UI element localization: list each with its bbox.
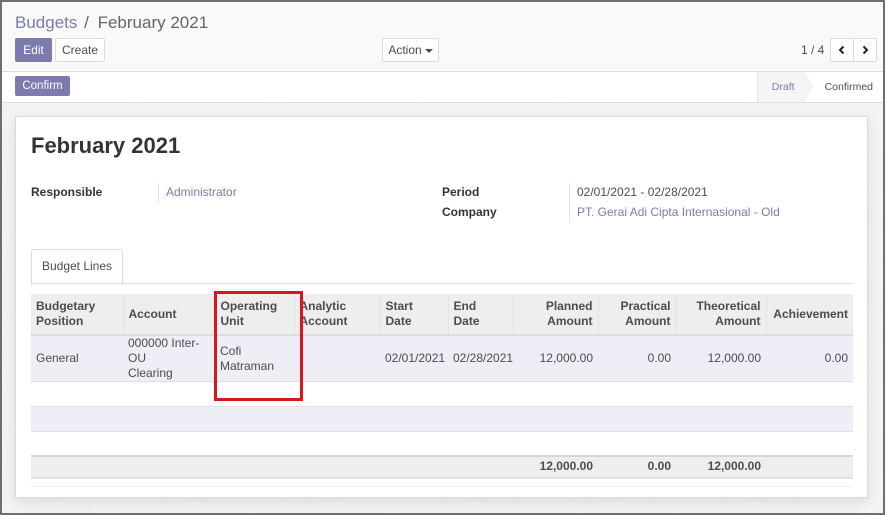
total-achievement <box>766 454 853 479</box>
stage-draft: Draft <box>756 72 813 102</box>
pager-value[interactable]: 1 / 4 <box>801 43 824 57</box>
header-line: Account <box>299 314 348 328</box>
breadcrumb-separator: / <box>84 13 89 32</box>
header-line: Theoretical <box>696 299 761 313</box>
cell-account: 000000 Inter-OU Clearing <box>123 335 215 382</box>
totals-row: 12,000.00 0.00 12,000.00 <box>31 454 853 479</box>
column-header-end-date[interactable]: End Date <box>447 294 513 336</box>
table-header-row: Budgetary Position Account Operating Unit … <box>31 294 853 336</box>
empty-cell <box>31 431 853 456</box>
empty-row <box>31 431 853 456</box>
period-value: 02/01/2021 - 02/28/2021 <box>577 185 708 199</box>
header-line: Budgetary <box>36 299 96 313</box>
cell-line: 000000 Inter-OU <box>128 336 200 365</box>
header-line: Analytic <box>299 299 347 313</box>
column-header-operating-unit[interactable]: Operating Unit <box>214 294 294 336</box>
cell-achievement: 0.00 <box>766 335 853 382</box>
column-header-start-date[interactable]: Start Date <box>379 294 448 336</box>
cell-start-date: 02/01/2021 <box>380 335 448 382</box>
pager-previous-button[interactable] <box>830 38 854 62</box>
column-header-analytic-account[interactable]: Analytic Account <box>293 294 380 336</box>
empty-row <box>31 406 853 432</box>
tab-budget-lines[interactable]: Budget Lines <box>31 249 123 285</box>
header-line: Achievement <box>773 306 848 321</box>
breadcrumb: Budgets / February 2021 <box>15 13 208 33</box>
status-stages: Draft Confirmed <box>756 72 883 102</box>
cell-line: Clearing <box>128 366 173 380</box>
column-header-theoretical-amount[interactable]: Theoretical Amount <box>675 294 766 336</box>
chevron-right-icon <box>862 45 869 55</box>
header-line: Amount <box>625 314 671 328</box>
header-line: Practical <box>620 299 671 313</box>
column-header-account[interactable]: Account <box>122 294 215 336</box>
cell-practical-amount: 0.00 <box>598 335 676 382</box>
empty-row <box>31 381 853 407</box>
header-line: Account <box>128 306 177 321</box>
breadcrumb-current: February 2021 <box>97 13 209 32</box>
tab-divider <box>31 283 853 284</box>
cell-operating-unit: Cofi Matraman <box>215 335 294 382</box>
confirm-button[interactable]: Confirm <box>15 76 70 96</box>
edit-button[interactable]: Edit <box>15 38 52 62</box>
field-separator <box>158 183 159 203</box>
empty-cell <box>31 381 853 407</box>
create-button[interactable]: Create <box>55 38 105 62</box>
control-panel: Budgets / February 2021 Edit Create Acti… <box>2 2 883 72</box>
cell-line: Matraman <box>220 358 275 373</box>
responsible-label: Responsible <box>31 185 103 199</box>
table-row[interactable]: General 000000 Inter-OU Clearing Cofi Matr… <box>31 335 853 382</box>
column-header-achievement[interactable]: Achievement <box>765 294 853 336</box>
cell-budgetary-position: General <box>31 335 123 382</box>
header-line: Start <box>385 299 413 313</box>
table-bottom-divider <box>31 486 853 487</box>
company-label: Company <box>442 205 497 219</box>
cell-planned-amount: 12,000.00 <box>513 335 598 382</box>
period-label: Period <box>442 185 480 199</box>
cell-line: Cofi <box>220 343 242 358</box>
column-header-practical-amount[interactable]: Practical Amount <box>597 294 676 336</box>
header-line: Planned <box>545 299 593 313</box>
breadcrumb-budgets-link[interactable]: Budgets <box>15 13 77 32</box>
action-label: Action <box>388 43 422 57</box>
cell-theoretical-amount: 12,000.00 <box>676 335 766 382</box>
chevron-left-icon <box>838 45 845 55</box>
column-header-planned-amount[interactable]: Planned Amount <box>512 294 598 336</box>
field-separator <box>569 183 570 223</box>
header-line: Position <box>36 314 84 328</box>
header-line: Operating <box>220 299 278 313</box>
cell-analytic-account <box>294 335 380 382</box>
header-line: Unit <box>220 314 244 328</box>
header-line: Amount <box>715 314 761 328</box>
status-bar: Confirm Draft Confirmed <box>2 72 883 103</box>
action-dropdown-button[interactable]: Action <box>382 38 439 62</box>
caret-down-icon <box>424 48 433 53</box>
stage-confirmed[interactable]: Confirmed <box>804 72 883 102</box>
window-frame: Budgets / February 2021 Edit Create Acti… <box>2 2 883 513</box>
budget-lines-table: Budgetary Position Account Operating Unit … <box>31 294 853 479</box>
total-practical-amount: 0.00 <box>598 454 676 479</box>
header-line: Date <box>453 314 480 328</box>
form-sheet: February 2021 Responsible Administrator … <box>15 116 868 498</box>
header-line: End <box>453 299 477 313</box>
column-header-budgetary-position[interactable]: Budgetary Position <box>31 294 123 336</box>
totals-label-cell <box>31 454 513 479</box>
total-planned-amount: 12,000.00 <box>513 454 598 479</box>
pager-next-button[interactable] <box>853 38 877 62</box>
cell-end-date: 02/28/2021 <box>448 335 513 382</box>
header-line: Amount <box>547 314 593 328</box>
company-value[interactable]: PT. Gerai Adi Cipta Internasional - Old <box>577 205 780 219</box>
total-theoretical-amount: 12,000.00 <box>676 454 766 479</box>
empty-cell <box>31 406 853 432</box>
header-line: Date <box>385 314 412 328</box>
responsible-value[interactable]: Administrator <box>166 185 237 199</box>
record-title: February 2021 <box>31 133 181 158</box>
